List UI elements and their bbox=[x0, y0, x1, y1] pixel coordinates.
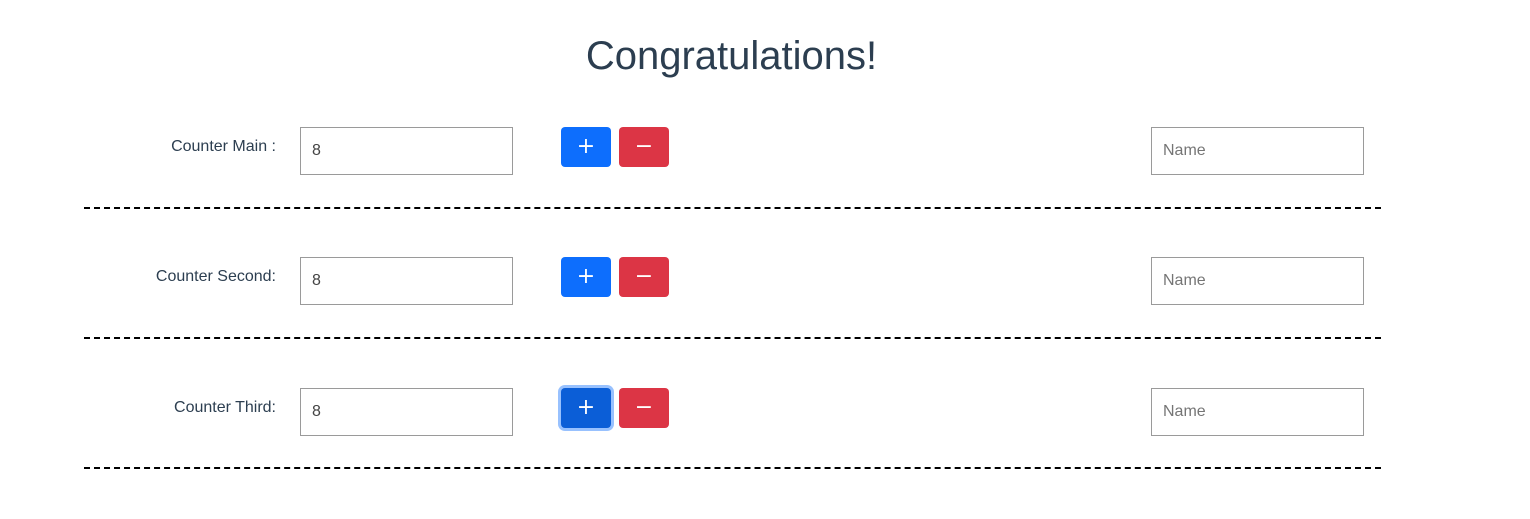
decrement-button[interactable]: − bbox=[619, 127, 669, 167]
row-divider bbox=[84, 207, 1381, 209]
counter-label: Counter Main : bbox=[171, 138, 276, 155]
increment-button[interactable]: + bbox=[561, 127, 611, 167]
row-divider bbox=[84, 337, 1381, 339]
increment-button[interactable]: + bbox=[561, 388, 611, 428]
counter-row-main: Counter Main : + − bbox=[0, 127, 1530, 175]
counter-label: Counter Third: bbox=[174, 399, 276, 416]
counter-row-third: Counter Third: + − bbox=[0, 388, 1530, 436]
decrement-button[interactable]: − bbox=[619, 257, 669, 297]
row-divider bbox=[84, 467, 1381, 469]
page-title: Congratulations! bbox=[585, 34, 878, 78]
name-input[interactable] bbox=[1151, 127, 1364, 175]
counter-value-input[interactable] bbox=[300, 388, 513, 436]
name-input[interactable] bbox=[1151, 257, 1364, 305]
increment-button[interactable]: + bbox=[561, 257, 611, 297]
counter-value-input[interactable] bbox=[300, 257, 513, 305]
counter-label: Counter Second: bbox=[155, 268, 276, 285]
name-input[interactable] bbox=[1151, 388, 1364, 436]
decrement-button[interactable]: − bbox=[619, 388, 669, 428]
counter-value-input[interactable] bbox=[300, 127, 513, 175]
counter-row-second: Counter Second: + − bbox=[0, 257, 1530, 305]
